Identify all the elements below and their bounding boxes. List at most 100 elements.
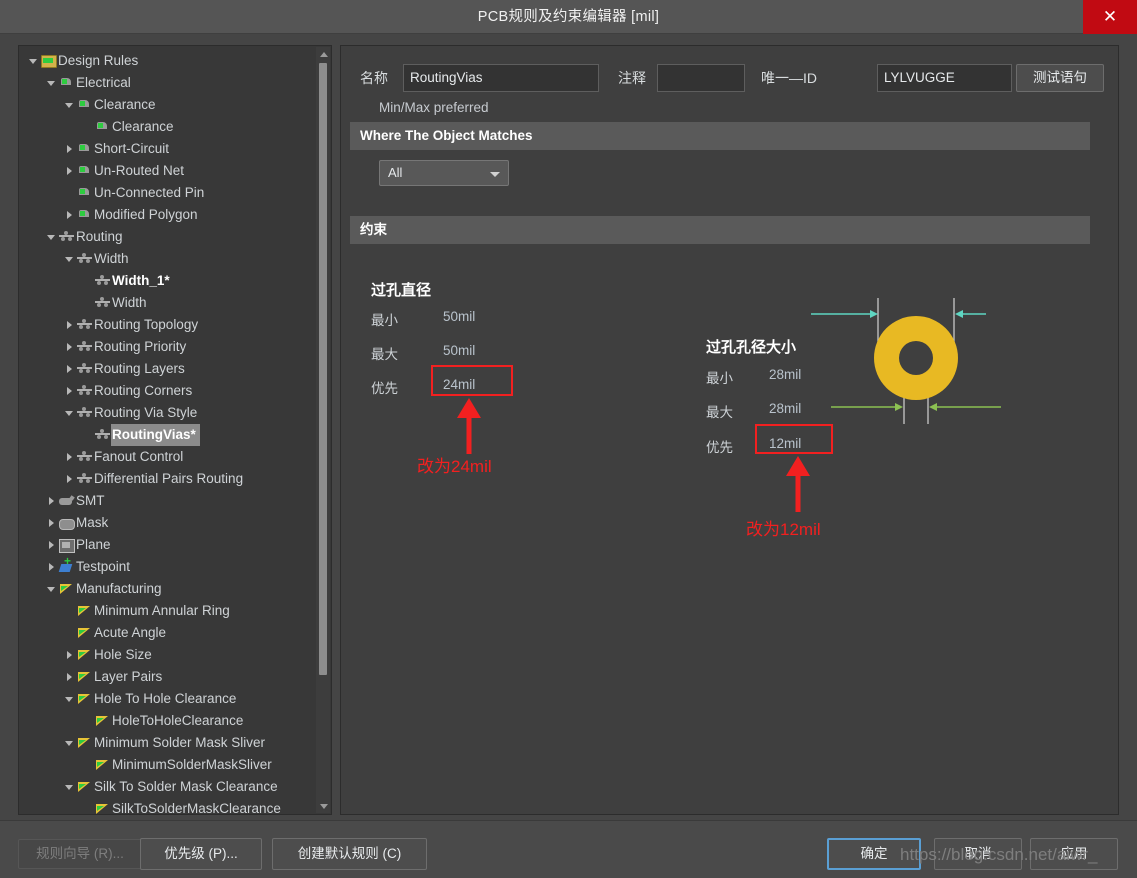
tree-item-design-rules[interactable]: Design Rules <box>19 50 317 72</box>
expand-arrow-closed-icon[interactable] <box>63 204 76 226</box>
priority-button[interactable]: 优先级 (P)... <box>140 838 262 870</box>
via-hole-min-label: 最小 <box>706 371 733 386</box>
expand-arrow-closed-icon[interactable] <box>45 512 58 534</box>
tree-item-label: Layer Pairs <box>94 669 163 684</box>
tree-item-hole-size[interactable]: Hole Size <box>19 644 317 666</box>
expand-arrow-closed-icon[interactable] <box>63 314 76 336</box>
tree-item-electrical[interactable]: Electrical <box>19 72 317 94</box>
apply-button[interactable]: 应用 <box>1030 838 1118 870</box>
ok-button[interactable]: 确定 <box>827 838 921 870</box>
expand-arrow-open-icon[interactable] <box>45 72 58 94</box>
tree-item-label: SMT <box>76 493 105 508</box>
expand-arrow-open-icon[interactable] <box>63 776 76 798</box>
tree-item-routing-via-style[interactable]: Routing Via Style <box>19 402 317 424</box>
tree-item-fanout-control[interactable]: Fanout Control <box>19 446 317 468</box>
expand-arrow-open-icon[interactable] <box>63 248 76 270</box>
expand-arrow-closed-icon[interactable] <box>63 666 76 688</box>
tree-item-label: Routing Topology <box>94 317 199 332</box>
expand-arrow-closed-icon[interactable] <box>63 138 76 160</box>
tree-item-clearance[interactable]: Clearance <box>19 94 317 116</box>
tree-item-width[interactable]: Width <box>19 248 317 270</box>
expand-arrow-closed-icon[interactable] <box>45 490 58 512</box>
tree-item-mask[interactable]: Mask <box>19 512 317 534</box>
tree-item-label: Testpoint <box>76 559 131 574</box>
tree-item-manufacturing[interactable]: Manufacturing <box>19 578 317 600</box>
expand-arrow-open-icon[interactable] <box>63 402 76 424</box>
unique-id-input[interactable]: LYLVUGGE <box>877 64 1012 92</box>
manufacturing-icon <box>58 578 75 600</box>
close-icon[interactable]: ✕ <box>1083 0 1137 34</box>
tree-item-routing-layers[interactable]: Routing Layers <box>19 358 317 380</box>
tree-item-minimum-solder-mask-sliver[interactable]: Minimum Solder Mask Sliver <box>19 732 317 754</box>
expand-arrow-open-icon[interactable] <box>63 732 76 754</box>
expand-arrow-open-icon[interactable] <box>45 226 58 248</box>
rule-detail-panel: 名称 RoutingVias 注释 唯一—ID LYLVUGGE 测试语句 Wh… <box>340 45 1119 815</box>
tree-item-routing-priority[interactable]: Routing Priority <box>19 336 317 358</box>
rule-wizard-button[interactable]: 规则向导 (R)... <box>18 839 142 869</box>
tree-item-un-routed-net[interactable]: Un-Routed Net <box>19 160 317 182</box>
expand-arrow-closed-icon[interactable] <box>45 556 58 578</box>
via-hole-min-value[interactable]: 28mil <box>769 367 801 382</box>
hole-annotation-arrow-icon <box>786 456 810 512</box>
testpoint-icon <box>58 555 75 578</box>
tree-item-modified-polygon[interactable]: Modified Polygon <box>19 204 317 226</box>
name-input[interactable]: RoutingVias <box>403 64 599 92</box>
tree-scrollbar[interactable] <box>316 47 330 813</box>
design-rules-tree[interactable]: Design Rules Electrical Clearance Clearance… <box>19 46 317 814</box>
expand-arrow-closed-icon[interactable] <box>63 336 76 358</box>
tree-item-routingvias[interactable]: RoutingVias* <box>19 424 317 446</box>
expand-arrow-closed-icon[interactable] <box>63 160 76 182</box>
tree-item-minimumsoldermasksliver[interactable]: MinimumSolderMaskSliver <box>19 754 317 776</box>
via-diameter-min-value[interactable]: 50mil <box>443 309 475 324</box>
expand-arrow-closed-icon[interactable] <box>63 358 76 380</box>
test-statement-button[interactable]: 测试语句 <box>1016 64 1104 92</box>
tree-item-label: Fanout Control <box>94 449 184 464</box>
tree-item-hole-to-hole-clearance[interactable]: Hole To Hole Clearance <box>19 688 317 710</box>
via-hole-title: 过孔孔径大小 <box>706 339 797 356</box>
expand-arrow-closed-icon[interactable] <box>45 534 58 556</box>
scroll-up-icon[interactable] <box>316 47 330 61</box>
cancel-button[interactable]: 取消 <box>934 838 1022 870</box>
create-default-rules-button[interactable]: 创建默认规则 (C) <box>272 838 427 870</box>
expand-arrow-open-icon[interactable] <box>63 688 76 710</box>
expand-arrow-open-icon[interactable] <box>27 50 40 72</box>
via-diameter-title: 过孔直径 <box>371 282 432 299</box>
electrical-icon <box>76 94 93 116</box>
tree-item-routing[interactable]: Routing <box>19 226 317 248</box>
tree-item-holetoholeclearance[interactable]: HoleToHoleClearance <box>19 710 317 732</box>
pcb-rules-editor-window: PCB规则及约束编辑器 [mil] ✕ Design Rules Electric… <box>0 0 1137 878</box>
expand-arrow-closed-icon[interactable] <box>63 468 76 490</box>
tree-item-routing-topology[interactable]: Routing Topology <box>19 314 317 336</box>
scroll-down-icon[interactable] <box>316 799 330 813</box>
expand-arrow-closed-icon[interactable] <box>63 380 76 402</box>
tree-item-layer-pairs[interactable]: Layer Pairs <box>19 666 317 688</box>
via-diameter-max-value[interactable]: 50mil <box>443 343 475 358</box>
via-diameter-pref-highlight <box>431 365 513 396</box>
expand-arrow-closed-icon[interactable] <box>63 644 76 666</box>
scope-select[interactable]: All <box>379 160 509 186</box>
tree-item-differential-pairs-routing[interactable]: Differential Pairs Routing <box>19 468 317 490</box>
scroll-thumb[interactable] <box>319 63 327 675</box>
expand-arrow-open-icon[interactable] <box>45 578 58 600</box>
tree-item-routing-corners[interactable]: Routing Corners <box>19 380 317 402</box>
tree-item-silktosoldermaskclearance[interactable]: SilkToSolderMaskClearance <box>19 798 317 814</box>
tree-item-plane[interactable]: Plane <box>19 534 317 556</box>
via-hole-max-value[interactable]: 28mil <box>769 401 801 416</box>
tree-item-width-1[interactable]: Width_1* <box>19 270 317 292</box>
expand-arrow-open-icon[interactable] <box>63 94 76 116</box>
tree-item-label: Manufacturing <box>76 581 162 596</box>
routing-icon <box>76 468 93 490</box>
tree-item-acute-angle[interactable]: Acute Angle <box>19 622 317 644</box>
expand-arrow-closed-icon[interactable] <box>63 446 76 468</box>
tree-item-width[interactable]: Width <box>19 292 317 314</box>
tree-item-testpoint[interactable]: Testpoint <box>19 555 317 578</box>
tree-item-minimum-annular-ring[interactable]: Minimum Annular Ring <box>19 600 317 622</box>
tree-item-un-connected-pin[interactable]: Un-Connected Pin <box>19 182 317 204</box>
tree-item-smt[interactable]: SMT <box>19 490 317 512</box>
tree-item-label: Width <box>112 295 147 310</box>
tree-item-clearance[interactable]: Clearance <box>19 116 317 138</box>
tree-item-silk-to-solder-mask-clearance[interactable]: Silk To Solder Mask Clearance <box>19 776 317 798</box>
tree-item-short-circuit[interactable]: Short-Circuit <box>19 138 317 160</box>
comment-input[interactable] <box>657 64 745 92</box>
where-object-matches-header: Where The Object Matches <box>350 122 1090 150</box>
